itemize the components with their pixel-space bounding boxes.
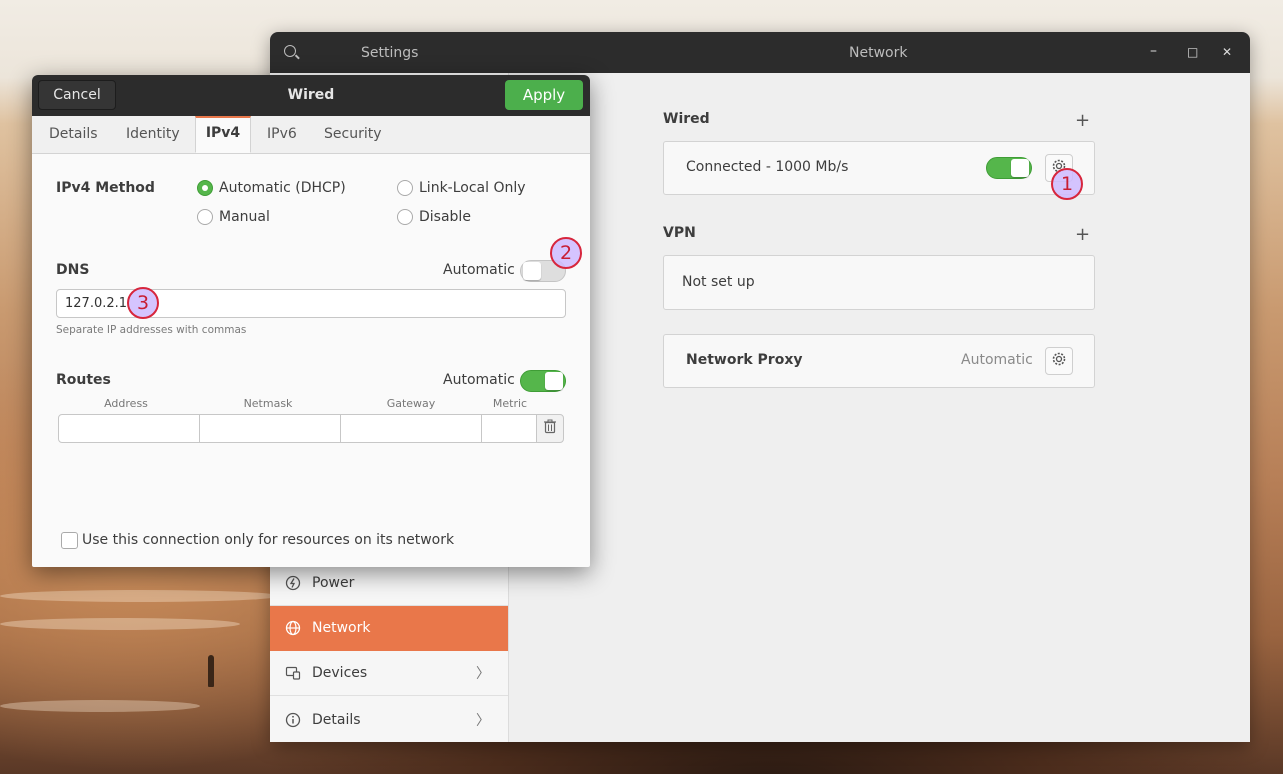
route-column-netmask: Netmask [243, 397, 293, 410]
minimize-button[interactable]: – [1150, 43, 1157, 59]
wired-status: Connected - 1000 Mb/s [686, 159, 849, 175]
proxy-settings-button[interactable] [1045, 347, 1073, 375]
radio-label: Link-Local Only [419, 180, 526, 196]
sidebar-item-label: Network [312, 620, 371, 636]
only-resources-checkbox[interactable] [61, 532, 78, 549]
network-panel: Wired + Connected - 1000 Mb/s VPN + Not … [509, 73, 1250, 742]
only-resources-label: Use this connection only for resources o… [82, 532, 455, 548]
wallpaper-person-silhouette [208, 655, 214, 687]
search-icon [284, 44, 296, 57]
globe-icon [285, 620, 301, 636]
routes-label: Routes [56, 372, 111, 388]
wallpaper-wave [0, 590, 280, 602]
search-button[interactable] [270, 44, 310, 61]
tab-ipv6[interactable]: IPv6 [267, 116, 297, 153]
wired-connection-card: Connected - 1000 Mb/s [663, 141, 1095, 195]
ipv4-method-label: IPv4 Method [56, 180, 155, 196]
chevron-right-icon: 〉 [476, 666, 490, 682]
tab-ipv4[interactable]: IPv4 [195, 116, 251, 153]
route-column-metric: Metric [492, 397, 528, 410]
vpn-card: Not set up [663, 255, 1095, 310]
wired-connection-dialog: Cancel Wired Apply Details Identity IPv4… [32, 75, 590, 567]
routes-automatic-label: Automatic [443, 372, 515, 388]
dialog-tabs: Details Identity IPv4 IPv6 Security [32, 116, 590, 154]
radio-label: Manual [219, 209, 270, 225]
method-automatic-dhcp-radio[interactable]: Automatic (DHCP) [197, 180, 346, 196]
toggle-knob [1011, 159, 1029, 177]
ipv4-settings: IPv4 Method Automatic (DHCP) Link-Local … [32, 153, 590, 567]
route-netmask-input[interactable] [199, 414, 341, 443]
route-column-address: Address [104, 397, 148, 410]
vpn-status: Not set up [682, 274, 755, 290]
wallpaper-wave [0, 618, 240, 630]
tab-identity[interactable]: Identity [126, 116, 180, 153]
trash-icon [543, 419, 557, 438]
settings-titlebar: Settings Network – □ ✕ [270, 32, 1250, 73]
chevron-right-icon: 〉 [476, 712, 490, 729]
sidebar-item-network[interactable]: Network [270, 606, 508, 651]
add-wired-button[interactable]: + [1075, 112, 1090, 130]
sidebar-item-power[interactable]: Power [270, 561, 508, 606]
routes-automatic-toggle[interactable] [520, 370, 566, 392]
add-vpn-button[interactable]: + [1075, 226, 1090, 244]
radio-dot [397, 180, 413, 196]
route-address-input[interactable] [58, 414, 200, 443]
callout-marker-3: 3 [127, 287, 159, 319]
network-proxy-label: Network Proxy [686, 352, 803, 368]
apply-button[interactable]: Apply [505, 80, 583, 110]
tab-security[interactable]: Security [324, 116, 382, 153]
sidebar-item-details[interactable]: Details 〉 [270, 697, 508, 742]
panel-title: Network [849, 44, 908, 61]
radio-dot [197, 209, 213, 225]
tab-details[interactable]: Details [49, 116, 98, 153]
radio-dot [397, 209, 413, 225]
wired-toggle[interactable] [986, 157, 1032, 179]
method-manual-radio[interactable]: Manual [197, 209, 270, 225]
sidebar-item-label: Details [312, 711, 361, 728]
delete-route-button[interactable] [536, 414, 564, 443]
vpn-section-title: VPN [663, 225, 696, 241]
radio-label: Automatic (DHCP) [219, 180, 346, 196]
callout-marker-1: 1 [1051, 168, 1083, 200]
method-link-local-radio[interactable]: Link-Local Only [397, 180, 526, 196]
radio-dot [197, 180, 213, 196]
sidebar-item-label: Devices [312, 665, 368, 681]
close-button[interactable]: ✕ [1222, 45, 1232, 59]
wallpaper-wave [0, 700, 200, 712]
toggle-knob [545, 372, 563, 390]
dns-automatic-label: Automatic [443, 262, 515, 278]
info-icon [285, 712, 301, 728]
dns-label: DNS [56, 262, 90, 278]
maximize-button[interactable]: □ [1187, 45, 1198, 59]
method-disable-radio[interactable]: Disable [397, 209, 471, 225]
radio-label: Disable [419, 209, 471, 225]
sidebar-item-devices[interactable]: Devices 〉 [270, 651, 508, 696]
route-metric-input[interactable] [481, 414, 537, 443]
callout-marker-2: 2 [550, 237, 582, 269]
toggle-knob [523, 262, 541, 280]
dialog-header: Cancel Wired Apply [32, 75, 590, 116]
network-proxy-row[interactable]: Network Proxy Automatic [663, 334, 1095, 388]
devices-icon [285, 665, 301, 681]
power-icon [285, 575, 301, 591]
route-gateway-input[interactable] [340, 414, 482, 443]
dns-hint: Separate IP addresses with commas [56, 324, 247, 336]
route-column-gateway: Gateway [386, 397, 436, 410]
network-proxy-value: Automatic [961, 352, 1033, 368]
wired-section-title: Wired [663, 111, 710, 127]
app-title: Settings [361, 44, 419, 61]
sidebar-item-label: Power [312, 575, 355, 591]
gear-icon [1051, 351, 1067, 371]
